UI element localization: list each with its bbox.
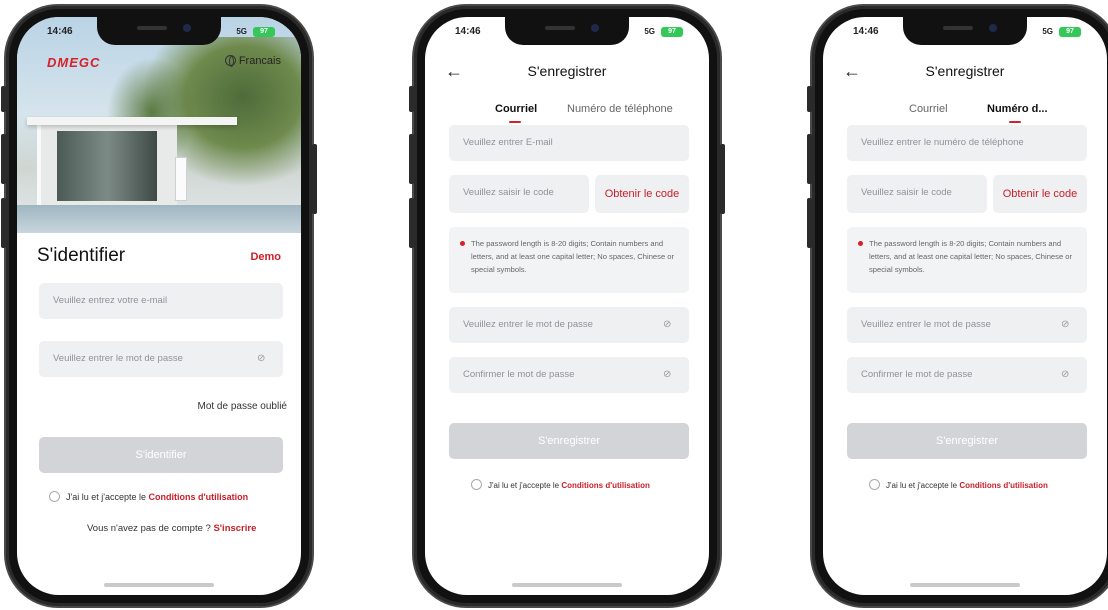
register-button[interactable]: S'enregistrer: [847, 423, 1087, 459]
terms-row: J'ai lu et j'accepte le Conditions d'uti…: [471, 479, 650, 490]
terms-checkbox[interactable]: [49, 491, 60, 502]
phone-login: 14:46 5G 97 DMEGC Francais S'identifier …: [1, 6, 317, 606]
home-indicator: [104, 583, 214, 587]
volume-down-button: [807, 198, 812, 248]
signup-link[interactable]: S'inscrire: [213, 523, 256, 534]
register-phone-screen: 14:46 5G 97 ← S'enregistrer Courriel Num…: [823, 17, 1107, 595]
terms-checkbox[interactable]: [471, 479, 482, 490]
phone-placeholder: Veuillez entrer le numéro de téléphone: [861, 137, 1024, 148]
hero-image: [17, 17, 301, 233]
mute-switch: [1, 86, 6, 112]
language-label: Francais: [238, 55, 281, 67]
globe-icon: [224, 55, 236, 67]
eye-off-icon[interactable]: ⊘: [1061, 319, 1073, 331]
register-button[interactable]: S'enregistrer: [449, 423, 689, 459]
network-indicator: 5G: [644, 27, 655, 36]
home-indicator: [512, 583, 622, 587]
status-time: 14:46: [853, 26, 879, 37]
network-indicator: 5G: [236, 27, 247, 36]
status-bar: 14:46 5G 97: [17, 26, 301, 42]
eye-off-icon[interactable]: ⊘: [257, 353, 269, 365]
forgot-password-link[interactable]: Mot de passe oublié: [197, 401, 287, 412]
bullet-dot: [858, 241, 863, 246]
volume-down-button: [1, 198, 6, 248]
battery-icon: 97: [661, 27, 683, 37]
volume-down-button: [409, 198, 414, 248]
active-tab-indicator: [509, 121, 521, 123]
power-button: [312, 144, 317, 214]
page-title: S'enregistrer: [527, 63, 607, 79]
terms-checkbox[interactable]: [869, 479, 880, 490]
password-field[interactable]: Veuillez entrer le mot de passe ⊘: [847, 307, 1087, 343]
status-bar: 14:46 5G 97: [823, 26, 1107, 42]
battery-icon: 97: [253, 27, 275, 37]
password-rule-text: The password length is 8-20 digits; Cont…: [869, 239, 1073, 274]
confirm-password-field[interactable]: Confirmer le mot de passe ⊘: [449, 357, 689, 393]
terms-prefix: J'ai lu et j'accepte le: [488, 481, 560, 490]
password-rules: The password length is 8-20 digits; Cont…: [847, 227, 1087, 293]
email-field[interactable]: Veuillez entrer E-mail: [449, 125, 689, 161]
page-title: S'identifier: [37, 245, 126, 266]
confirm-placeholder: Confirmer le mot de passe: [861, 369, 973, 380]
terms-link[interactable]: Conditions d'utilisation: [561, 481, 650, 490]
volume-up-button: [807, 134, 812, 184]
mute-switch: [409, 86, 414, 112]
terms-prefix: J'ai lu et j'accepte le: [66, 492, 146, 502]
bullet-dot: [460, 241, 465, 246]
eye-off-icon[interactable]: ⊘: [663, 319, 675, 331]
phone-register-phone: 14:46 5G 97 ← S'enregistrer Courriel Num…: [807, 6, 1108, 606]
phone-number-field[interactable]: Veuillez entrer le numéro de téléphone: [847, 125, 1087, 161]
language-selector[interactable]: Francais: [224, 55, 281, 67]
verification-code-field[interactable]: Veuillez saisir le code: [449, 175, 589, 213]
demo-link[interactable]: Demo: [250, 251, 281, 263]
terms-prefix: J'ai lu et j'accepte le: [886, 481, 958, 490]
verification-code-field[interactable]: Veuillez saisir le code: [847, 175, 987, 213]
tab-phone[interactable]: Numéro d...: [987, 103, 1048, 115]
password-field[interactable]: Veuillez entrer le mot de passe ⊘: [449, 307, 689, 343]
terms-link[interactable]: Conditions d'utilisation: [959, 481, 1048, 490]
password-rules: The password length is 8-20 digits; Cont…: [449, 227, 689, 293]
volume-up-button: [409, 134, 414, 184]
terms-row: J'ai lu et j'accepte le Conditions d'uti…: [869, 479, 1048, 490]
email-placeholder: Veuillez entrez votre e-mail: [53, 295, 168, 306]
page-title: S'enregistrer: [925, 63, 1005, 79]
no-account-text: Vous n'avez pas de compte ?: [87, 523, 211, 534]
password-placeholder: Veuillez entrer le mot de passe: [861, 319, 991, 330]
battery-icon: 97: [1059, 27, 1081, 37]
network-indicator: 5G: [1042, 27, 1053, 36]
volume-up-button: [1, 134, 6, 184]
password-placeholder: Veuillez entrer le mot de passe: [53, 353, 183, 364]
eye-off-icon[interactable]: ⊘: [1061, 369, 1073, 381]
brand-logo: DMEGC: [47, 55, 101, 70]
home-indicator: [910, 583, 1020, 587]
login-button[interactable]: S'identifier: [39, 437, 283, 473]
mute-switch: [807, 86, 812, 112]
email-field[interactable]: Veuillez entrez votre e-mail: [39, 283, 283, 319]
password-placeholder: Veuillez entrer le mot de passe: [463, 319, 593, 330]
power-button: [720, 144, 725, 214]
eye-off-icon[interactable]: ⊘: [663, 369, 675, 381]
status-time: 14:46: [47, 26, 73, 37]
terms-row: J'ai lu et j'accepte le Conditions d'uti…: [49, 491, 248, 502]
active-tab-indicator: [1009, 121, 1021, 123]
get-code-button[interactable]: Obtenir le code: [595, 175, 689, 213]
tab-phone[interactable]: Numéro de téléphone: [567, 103, 673, 115]
status-time: 14:46: [455, 26, 481, 37]
tab-email[interactable]: Courriel: [909, 103, 948, 115]
password-field[interactable]: Veuillez entrer le mot de passe ⊘: [39, 341, 283, 377]
login-screen: 14:46 5G 97 DMEGC Francais S'identifier …: [17, 17, 301, 595]
terms-link[interactable]: Conditions d'utilisation: [149, 492, 249, 502]
confirm-placeholder: Confirmer le mot de passe: [463, 369, 575, 380]
code-placeholder: Veuillez saisir le code: [861, 187, 952, 198]
code-placeholder: Veuillez saisir le code: [463, 187, 554, 198]
confirm-password-field[interactable]: Confirmer le mot de passe ⊘: [847, 357, 1087, 393]
phone-register-email: 14:46 5G 97 ← S'enregistrer Courriel Num…: [409, 6, 725, 606]
password-rule-text: The password length is 8-20 digits; Cont…: [471, 239, 675, 274]
status-bar: 14:46 5G 97: [425, 26, 709, 42]
email-placeholder: Veuillez entrer E-mail: [463, 137, 553, 148]
register-email-screen: 14:46 5G 97 ← S'enregistrer Courriel Num…: [425, 17, 709, 595]
tab-email[interactable]: Courriel: [495, 103, 537, 115]
signup-row: Vous n'avez pas de compte ? S'inscrire: [87, 523, 256, 534]
get-code-button[interactable]: Obtenir le code: [993, 175, 1087, 213]
